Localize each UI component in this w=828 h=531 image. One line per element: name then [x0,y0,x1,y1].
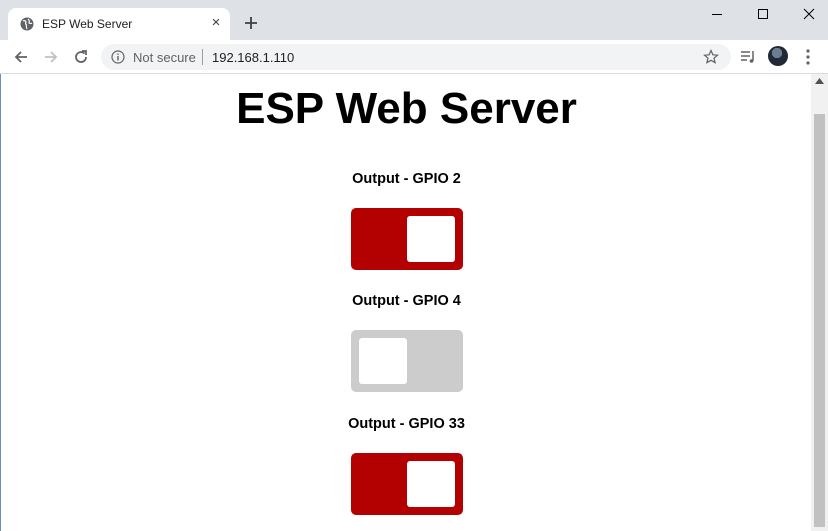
tab-title: ESP Web Server [42,17,133,31]
browser-tab[interactable]: ESP Web Server × [8,8,230,40]
omnibox-divider [202,49,203,65]
gpio-2-label: Output - GPIO 2 [352,171,461,187]
page-scrollbar[interactable] [811,74,828,531]
toggle-knob [407,216,455,262]
toggle-knob [359,338,407,384]
profile-avatar[interactable] [768,46,788,66]
page-title: ESP Web Server [236,84,577,133]
security-label[interactable]: Not secure [133,50,196,65]
url-text[interactable]: 192.168.1.110 [212,50,294,65]
bookmark-star-icon[interactable] [703,49,719,65]
info-icon[interactable] [111,50,125,64]
gpio-33-toggle[interactable] [351,453,463,515]
minimize-icon[interactable] [694,0,740,30]
forward-arrow-icon[interactable] [42,48,60,66]
scroll-up-arrow-icon[interactable] [815,78,824,84]
maximize-icon[interactable] [740,0,786,30]
reload-icon[interactable] [72,48,90,66]
new-tab-icon[interactable] [241,13,261,33]
page-viewport: ESP Web Server Output - GPIO 2 Output - … [0,74,811,531]
gpio-4-label: Output - GPIO 4 [352,293,461,309]
more-menu-icon[interactable] [800,48,816,66]
media-queue-icon[interactable] [740,49,756,65]
back-arrow-icon[interactable] [12,48,30,66]
tab-strip: ESP Web Server × [0,0,828,40]
globe-icon [20,17,34,31]
scroll-thumb[interactable] [814,114,825,527]
browser-toolbar: Not secure 192.168.1.110 [0,40,828,74]
gpio-33-label: Output - GPIO 33 [348,416,465,432]
gpio-4-toggle[interactable] [351,330,463,392]
gpio-2-toggle[interactable] [351,208,463,270]
toggle-knob [407,461,455,507]
tab-close-icon[interactable]: × [208,15,224,31]
close-window-icon[interactable] [786,0,828,30]
address-bar[interactable]: Not secure 192.168.1.110 [101,44,731,70]
